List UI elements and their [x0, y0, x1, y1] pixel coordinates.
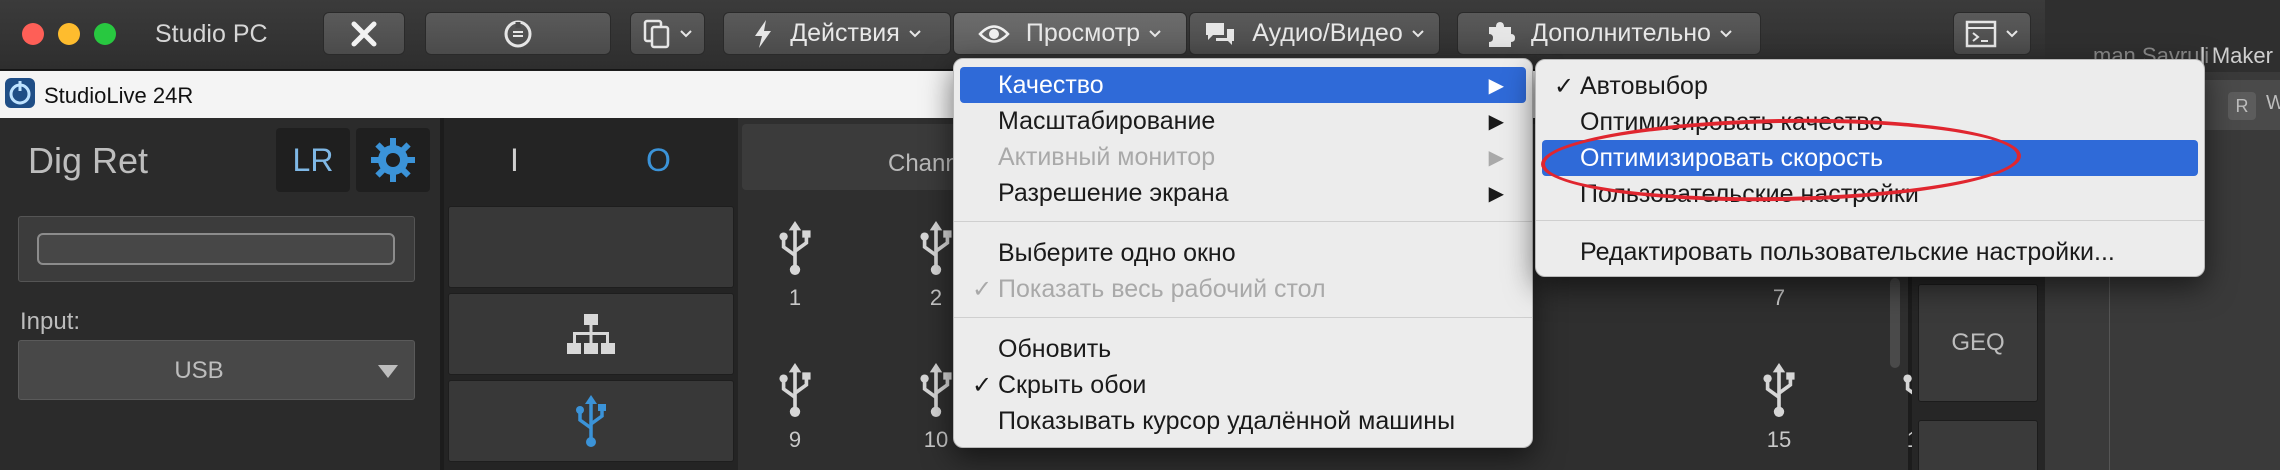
usb-channel-number: 1 — [788, 285, 802, 310]
view-menu-item[interactable]: Качество ▶ — [960, 67, 1526, 103]
view-menu-item-label: Показать весь рабочий стол — [998, 274, 1326, 303]
submenu-arrow-icon: ▶ — [1488, 146, 1504, 169]
settings-button[interactable] — [356, 128, 430, 192]
view-menu-item: ✓ Показать весь рабочий стол — [960, 271, 1526, 307]
view-menu-item-label: Скрыть обои — [998, 370, 1147, 399]
checkmark-icon: ✓ — [972, 275, 993, 303]
chevron-down-icon — [909, 29, 921, 37]
quality-menu-item[interactable]: Редактировать пользовательские настройки… — [1542, 234, 2198, 270]
dropdown-arrow-icon — [378, 365, 398, 378]
chevron-down-icon — [2006, 29, 2018, 37]
input-source-select[interactable]: USB — [18, 340, 415, 400]
usb-channel-number: 7 — [1772, 285, 1786, 310]
studiolive-logo-icon — [5, 78, 35, 108]
usb-channel-number: 9 — [788, 427, 802, 452]
clipboard-button[interactable] — [630, 12, 705, 55]
puzzle-icon — [1489, 21, 1516, 47]
view-menu-item-label: Масштабирование — [998, 106, 1216, 135]
view-menu-item[interactable]: Разрешение экрана ▶ — [960, 175, 1526, 211]
power-dial-icon — [504, 20, 532, 47]
terminal-icon — [1965, 20, 1997, 47]
menu-separator — [954, 221, 1532, 222]
quality-menu-item[interactable]: ✓ Автовыбор — [1542, 68, 2198, 104]
usb-channel-cell[interactable]: 1 — [755, 220, 835, 311]
view-menu-item[interactable]: ✓ Скрыть обои — [960, 367, 1526, 403]
r-badge: R — [2228, 92, 2256, 120]
input-source-value: USB — [174, 357, 224, 384]
close-window-button[interactable] — [22, 23, 44, 45]
gear-icon — [371, 138, 415, 182]
channel-name-input[interactable] — [37, 233, 395, 265]
remote-app-name: StudioLive 24R — [44, 83, 194, 108]
more-menu-button[interactable]: Дополнительно — [1457, 12, 1761, 55]
submenu-arrow-icon: ▶ — [1488, 110, 1504, 133]
window-title: Studio PC — [155, 20, 268, 48]
tool-button[interactable] — [1918, 420, 2038, 470]
view-menu-item[interactable]: Показывать курсор удалённой машины — [960, 403, 1526, 439]
view-menu-item: Активный монитор ▶ — [960, 139, 1526, 175]
usb-icon — [1739, 362, 1819, 423]
quality-menu-item-label: Автовыбор — [1580, 71, 1708, 100]
quality-menu-item-label: Редактировать пользовательские настройки… — [1580, 237, 2115, 266]
usb-icon — [755, 362, 835, 423]
channel-title: Dig Ret — [28, 140, 149, 181]
side-button-blank[interactable] — [448, 206, 734, 288]
channel-header-label: Chann — [888, 150, 959, 177]
view-menu-item[interactable]: Обновить — [960, 331, 1526, 367]
lr-button[interactable]: LR — [276, 128, 350, 192]
network-icon — [567, 314, 615, 354]
network-source-button[interactable] — [448, 293, 734, 375]
view-menu-item[interactable]: Масштабирование ▶ — [960, 103, 1526, 139]
usb-icon — [755, 220, 835, 281]
view-menu-button[interactable]: Просмотр — [953, 12, 1187, 55]
grid-scrollbar[interactable] — [1890, 278, 1900, 368]
menu-separator — [954, 317, 1532, 318]
usb-source-button[interactable] — [448, 380, 734, 462]
io-panel: I O — [444, 118, 744, 470]
chevron-down-icon — [1412, 29, 1424, 37]
view-menu-item-label: Качество — [998, 70, 1104, 99]
usb-channel-cell[interactable]: 15 — [1739, 362, 1819, 453]
close-icon — [351, 21, 377, 46]
view-menu-item-label: Обновить — [998, 334, 1112, 363]
ctrl-alt-del-button[interactable] — [425, 12, 611, 55]
view-menu-item-label: Разрешение экрана — [998, 178, 1229, 207]
chevron-down-icon — [1720, 29, 1732, 37]
view-menu-item-label: Выберите одно окно — [998, 238, 1236, 267]
geq-button[interactable]: GEQ — [1918, 284, 2038, 402]
output-tab[interactable]: O — [646, 142, 671, 179]
minimize-window-button[interactable] — [58, 23, 80, 45]
submenu-arrow-icon: ▶ — [1488, 74, 1504, 97]
w-label: W — [2266, 92, 2280, 114]
eye-icon — [978, 24, 1010, 43]
view-menu-item-label: Показывать курсор удалённой машины — [998, 406, 1456, 435]
chevron-down-icon — [679, 29, 692, 37]
view-menu-item-label: Активный монитор — [998, 142, 1216, 171]
clipboard-icon — [643, 19, 669, 48]
actions-menu-button[interactable]: Действия — [723, 12, 951, 55]
checkmark-icon: ✓ — [972, 371, 993, 399]
chat-bubbles-icon — [1206, 22, 1235, 45]
usb-icon — [576, 395, 606, 447]
menu-separator — [1536, 220, 2204, 221]
zoom-window-button[interactable] — [94, 23, 116, 45]
background-text: | Maker P — [2200, 43, 2280, 68]
input-label: Input: — [20, 308, 81, 335]
lightning-icon — [755, 19, 772, 48]
audio-video-menu-button[interactable]: Аудио/Видео — [1189, 12, 1440, 55]
usb-channel-cell[interactable]: 9 — [755, 362, 835, 453]
checkmark-icon: ✓ — [1554, 72, 1575, 100]
input-tab[interactable]: I — [510, 142, 519, 179]
channel-name-field[interactable] — [18, 216, 415, 282]
view-dropdown-menu: Качество ▶ Масштабирование ▶ Активный монито… — [953, 58, 1533, 448]
terminal-button[interactable] — [1953, 12, 2031, 55]
usb-channel-number: 15 — [1766, 427, 1792, 452]
view-menu-item[interactable]: Выберите одно окно — [960, 235, 1526, 271]
disconnect-button[interactable] — [323, 12, 405, 55]
submenu-arrow-icon: ▶ — [1488, 182, 1504, 205]
chevron-down-icon — [1149, 29, 1161, 37]
channel-panel: Dig Ret LR Input: USB — [0, 118, 440, 470]
